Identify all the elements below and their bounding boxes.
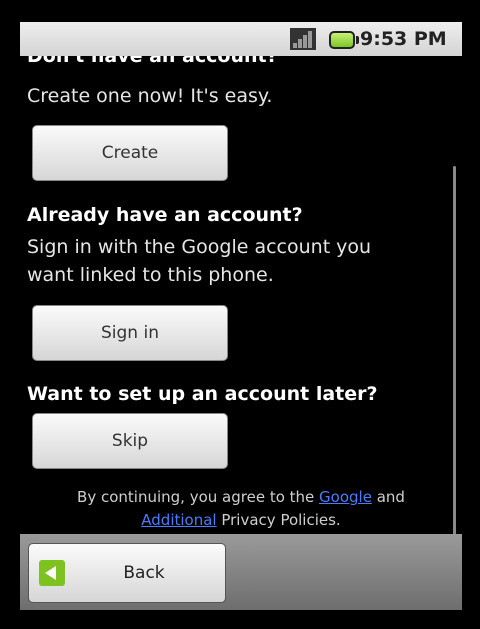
legal-line1: By continuing, you agree to the Google a… (20, 486, 462, 509)
create-text: Create one now! It's easy. (27, 85, 273, 107)
signin-button[interactable]: Sign in (32, 305, 228, 361)
status-bar: 9:53 PM (20, 22, 462, 56)
skip-heading: Want to set up an account later? (27, 383, 378, 405)
signin-text-line2: want linked to this phone. (27, 264, 274, 286)
additional-privacy-link[interactable]: Additional (141, 511, 216, 529)
legal-text: Privacy Policies. (216, 511, 341, 529)
signin-text-line1: Sign in with the Google account you (27, 236, 372, 258)
legal-text: By continuing, you agree to the (77, 488, 320, 506)
google-privacy-link[interactable]: Google (319, 488, 372, 506)
signin-heading: Already have an account? (27, 204, 303, 226)
create-button[interactable]: Create (32, 125, 228, 181)
device-screen: 9:53 PM Don't have an account? Create on… (20, 22, 462, 610)
back-label: Back (123, 563, 165, 583)
legal-text: and (371, 488, 405, 506)
skip-button[interactable]: Skip (32, 413, 228, 469)
setup-content[interactable]: Don't have an account? Create one now! I… (20, 56, 462, 554)
legal-line2: Additional Privacy Policies. (20, 509, 462, 532)
signal-icon (290, 28, 316, 50)
create-heading: Don't have an account? (27, 56, 278, 67)
status-clock: 9:53 PM (360, 28, 447, 50)
bottom-bar: Back (20, 534, 462, 610)
back-arrow-icon (39, 560, 65, 586)
battery-icon (329, 31, 359, 49)
scrollbar[interactable] (453, 166, 456, 552)
back-button[interactable]: Back (28, 543, 226, 603)
